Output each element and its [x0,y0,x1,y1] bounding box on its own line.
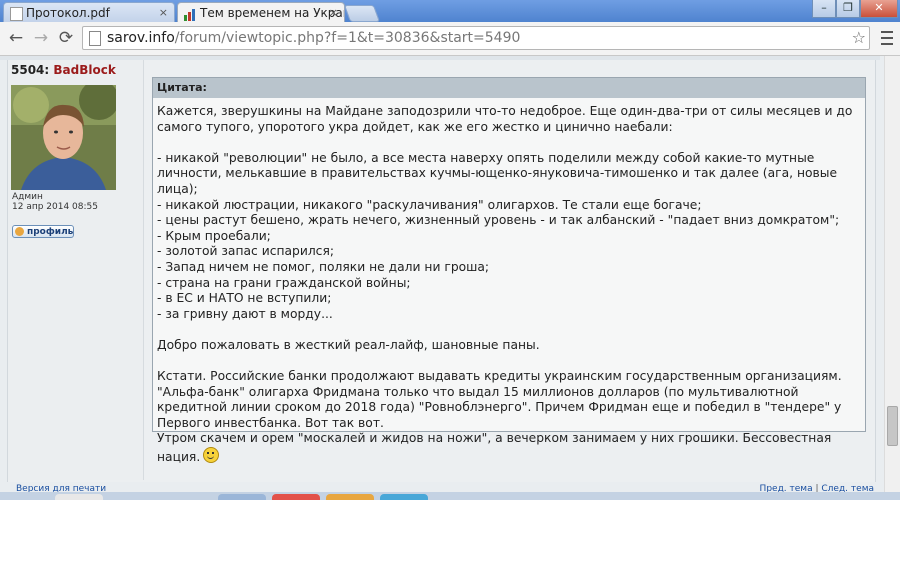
menu-icon[interactable] [878,27,896,49]
forward-button[interactable]: → [30,27,52,49]
profile-button[interactable]: профиль [12,225,74,238]
back-button[interactable]: ← [5,27,27,49]
user-icon [15,227,24,236]
profile-label: профиль [27,227,74,237]
quote-header: Цитата: [153,78,865,98]
document-icon [10,7,23,21]
smiley-icon [203,447,220,464]
quote-body: Кажется, зверушкины на Майдане заподозри… [157,104,857,466]
close-tab-icon[interactable]: × [329,3,338,22]
post-date: 12 апр 2014 08:55 [12,202,98,212]
quote-spacer [157,322,857,338]
url-path: /forum/viewtopic.php?f=1&t=30836&start=5… [174,30,521,46]
quote-paragraph: Добро пожаловать в жесткий реал-лайф, ша… [157,337,540,352]
quote-list-item: - никакой люстрации, никакого "раскулачи… [157,197,702,212]
quote-list-item: - Крым проебали; [157,228,271,243]
post-header: 5504: BadBlock [11,63,116,77]
scrollbar-thumb[interactable] [887,406,898,446]
reload-button[interactable]: ⟳ [55,27,77,49]
url-host: sarov.info [107,30,175,46]
quote-spacer [157,135,857,151]
tab-protocol-pdf[interactable]: Протокол.pdf × [3,2,175,22]
taskbar-item[interactable] [272,494,320,500]
quote-last-text: Утром скачем и орем "москалей и жидов на… [157,431,836,465]
close-window-button[interactable]: ✕ [860,0,898,18]
vertical-scrollbar[interactable] [884,56,900,498]
taskbar-item[interactable] [326,494,374,500]
quote-list-item: - в ЕС и НАТО не вступили; [157,291,332,306]
new-tab-button[interactable] [343,5,381,22]
site-favicon-icon [184,7,195,21]
quote-block: Цитата: Кажется, зверушкины на Майдане з… [152,77,866,464]
tab-strip: Протокол.pdf × Тем временем на Украи × –… [0,0,900,22]
tab-forum-topic[interactable]: Тем временем на Украи × [177,2,345,22]
post-number: 5504: [11,63,50,77]
quote-list-item: - страна на грани гражданской войны; [157,275,411,290]
quote-spacer [157,354,857,370]
quote-paragraph: Кажется, зверушкины на Майдане заподозри… [157,104,857,134]
post-author[interactable]: BadBlock [53,63,115,77]
quote-list-item: - никакой "революции" не было, а все мес… [157,150,841,196]
user-rank: Админ [12,192,43,202]
minimize-button[interactable]: – [812,0,836,18]
tab-title: Протокол.pdf [26,6,110,20]
avatar [11,85,116,190]
post-author-column: 5504: BadBlock Админ 12 апр 2014 08:55 п… [8,60,144,480]
quote-list-item: - за гривну дают в морду... [157,306,333,321]
address-bar[interactable]: sarov.info/forum/viewtopic.php?f=1&t=308… [82,26,870,50]
taskbar-item[interactable] [380,494,428,500]
forum-post: 5504: BadBlock Админ 12 апр 2014 08:55 п… [7,60,876,482]
page-icon [89,31,101,46]
bookmark-star-icon[interactable]: ☆ [852,27,866,49]
quote-list-item: - золотой запас испарился; [157,244,334,259]
page-content: 5504: BadBlock Админ 12 апр 2014 08:55 п… [0,56,884,498]
quote-list-item: - цены растут бешено, жрать нечего, жизн… [157,213,840,228]
url-text[interactable]: sarov.info/forum/viewtopic.php?f=1&t=308… [107,29,520,47]
quote-paragraph: Кстати. Российские банки продолжают выда… [157,369,846,430]
quote-paragraph-last: Утром скачем и орем "москалей и жидов на… [157,431,857,465]
taskbar-strip [0,492,900,500]
browser-toolbar: ← → ⟳ sarov.info/forum/viewtopic.php?f=1… [0,22,900,56]
close-tab-icon[interactable]: × [159,3,168,22]
tab-title: Тем временем на Украи [200,6,345,20]
quote-list-item: - Запад ничем не помог, поляки не дали н… [157,259,490,274]
maximize-button[interactable]: ❐ [836,0,860,18]
taskbar-item[interactable] [55,494,103,500]
taskbar-item[interactable] [218,494,266,500]
